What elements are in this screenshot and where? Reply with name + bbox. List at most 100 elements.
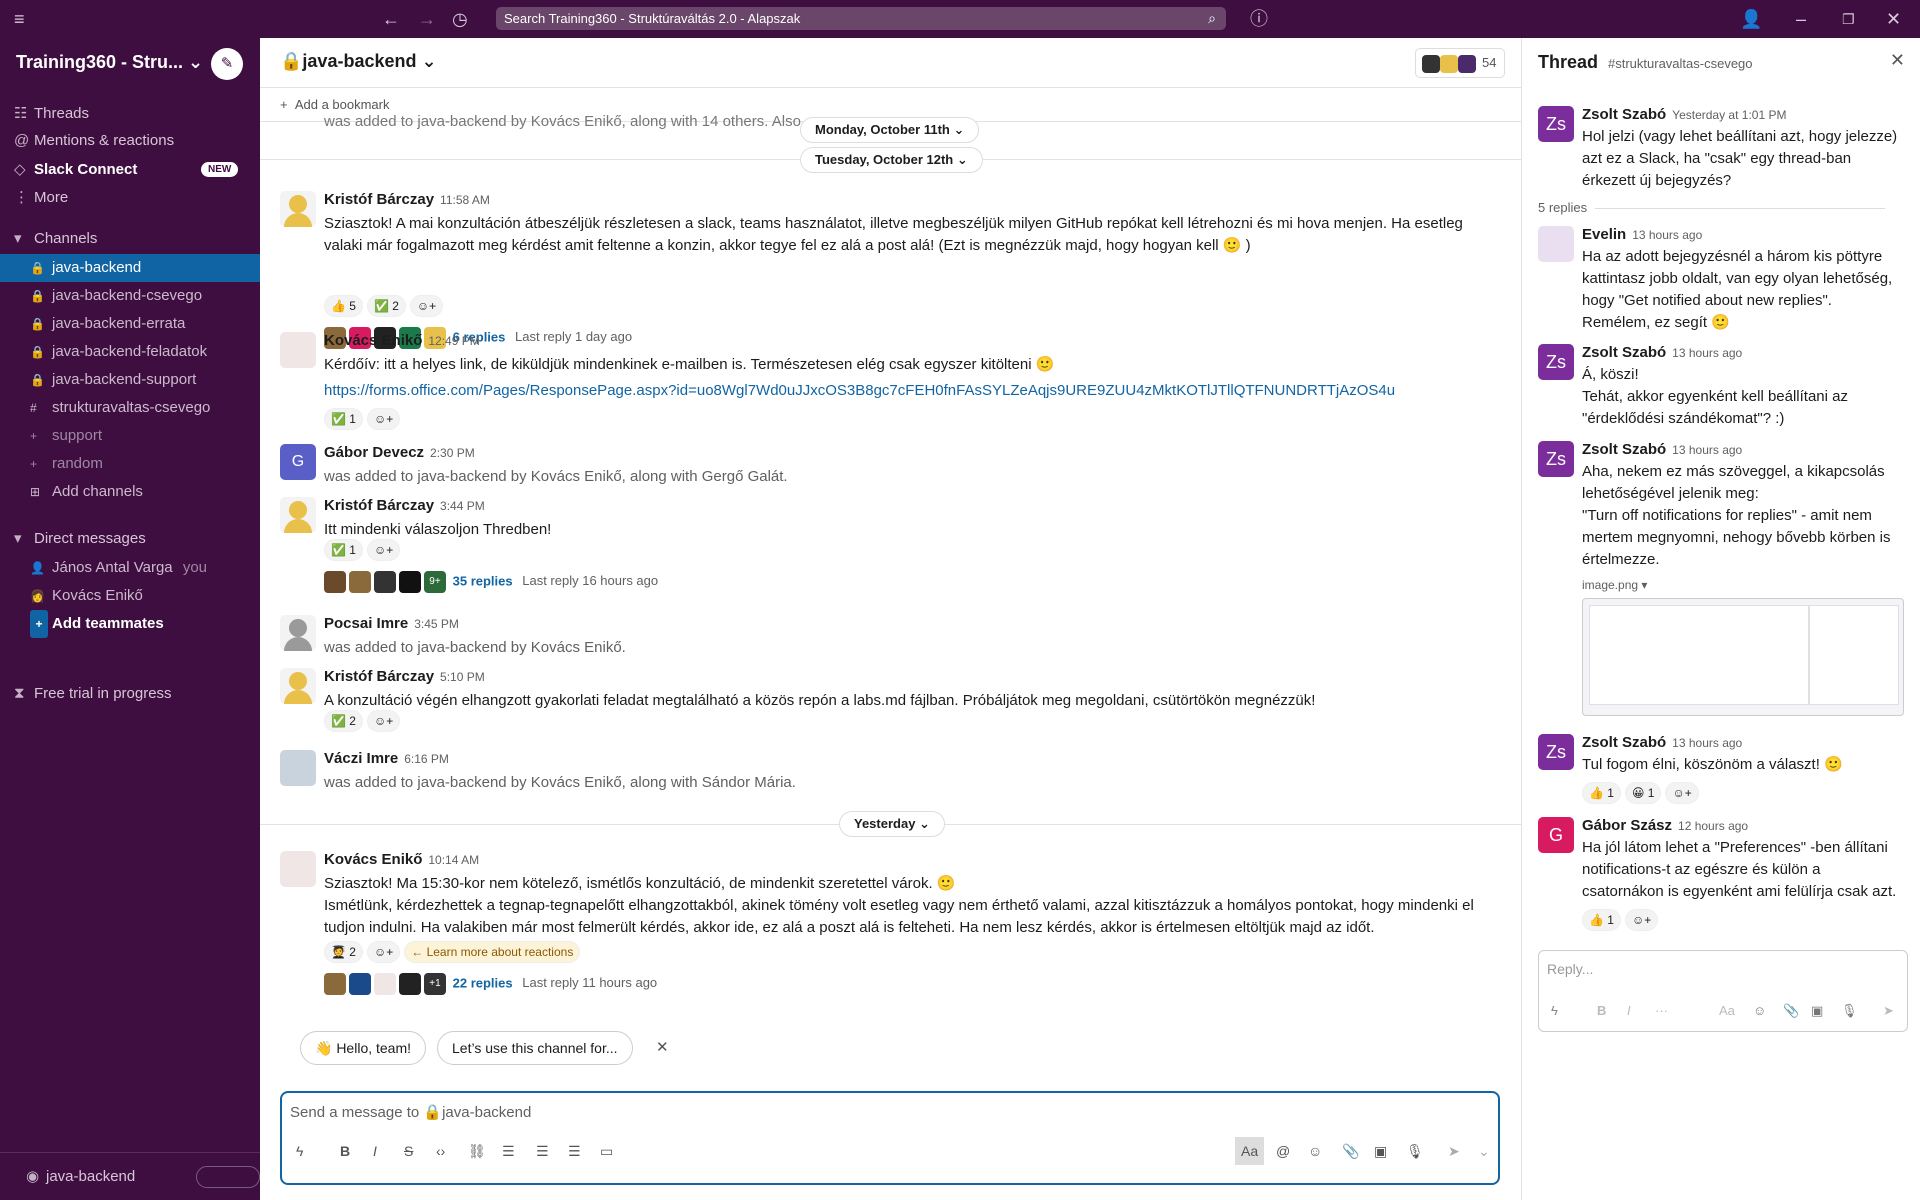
image-filename[interactable]: image.png ▾ — [1582, 578, 1647, 592]
sidebar-channel-java-backend-support[interactable]: 🔒 java-backend-support — [0, 366, 260, 394]
avatar[interactable]: Zs — [1538, 734, 1574, 770]
avatar[interactable] — [280, 497, 316, 533]
dm-item-janos[interactable]: 👤 János Antal Varga you — [0, 554, 260, 582]
avatar[interactable]: Zs — [1538, 441, 1574, 477]
message-composer[interactable]: Send a message to 🔒java-backend ϟ B I S … — [280, 1091, 1500, 1185]
form-link[interactable]: https://forms.office.com/Pages/ResponseP… — [324, 382, 1395, 399]
restore-icon[interactable]: ❐ — [1842, 0, 1855, 38]
reaction-pill[interactable]: 👍 1 — [1582, 782, 1621, 804]
more-format-icon[interactable]: ··· — [1655, 1003, 1668, 1018]
sidebar-item-slack-connect[interactable]: ◇ Slack Connect — [14, 160, 137, 178]
dm-item-kovacs[interactable]: 👩 Kovács Enikő — [0, 582, 260, 610]
strikethrough-icon[interactable]: S — [404, 1143, 413, 1159]
compose-button[interactable]: ✎ — [211, 48, 243, 80]
video-icon[interactable]: ▣ — [1374, 1143, 1387, 1160]
add-reaction-icon[interactable]: ☺+ — [1624, 909, 1659, 931]
sidebar-item-threads[interactable]: ☷ Threads — [14, 104, 89, 122]
mic-icon[interactable]: 🎙 — [1841, 1003, 1858, 1019]
bold-icon[interactable]: B — [340, 1143, 350, 1159]
code-block-icon[interactable]: ▭ — [600, 1143, 613, 1160]
emoji-icon[interactable]: ☺ — [1308, 1143, 1322, 1159]
reaction-pill[interactable]: ✅ 1 — [324, 408, 363, 430]
message-author[interactable]: Kovács Enikő 12:49 PM — [324, 332, 480, 349]
avatar[interactable]: G — [280, 444, 316, 480]
link-icon[interactable]: ⛓ — [468, 1143, 486, 1160]
message-author[interactable]: Kristóf Bárczay 11:58 AM — [324, 191, 490, 208]
workspace-name[interactable]: Training360 - Stru... ⌄ — [16, 52, 203, 73]
user-avatar-icon[interactable]: 👤 — [1740, 0, 1762, 38]
format-toggle-icon[interactable]: Aa — [1719, 1003, 1735, 1018]
sidebar-channel-random[interactable]: + random — [0, 450, 260, 478]
sidebar-channel-support[interactable]: + support — [0, 422, 260, 450]
add-teammates-button[interactable]: + Add teammates — [0, 610, 260, 638]
channel-title[interactable]: 🔒java-backend ⌄ — [280, 51, 437, 72]
avatar[interactable]: Zs — [1538, 106, 1574, 142]
thread-channel[interactable]: #strukturavaltas-csevego — [1608, 56, 1753, 71]
sidebar-channel-java-backend-csevego[interactable]: 🔒 java-backend-csevego — [0, 282, 260, 310]
close-suggestions-icon[interactable]: ✕ — [656, 1038, 669, 1056]
date-pill-tuesday[interactable]: Tuesday, October 12th ⌄ — [800, 147, 983, 173]
search-icon[interactable]: ⌕ — [1208, 7, 1216, 30]
message-author[interactable]: Kristóf Bárczay 5:10 PM — [324, 668, 485, 685]
message-author[interactable]: Pocsai Imre 3:45 PM — [324, 615, 459, 632]
message-author[interactable]: Váczi Imre 6:16 PM — [324, 750, 449, 767]
ordered-list-icon[interactable]: ☰ — [502, 1143, 515, 1160]
mention-icon[interactable]: @ — [1276, 1143, 1290, 1159]
avatar[interactable] — [280, 332, 316, 368]
learn-reactions-link[interactable]: ← Learn more about reactions — [404, 941, 581, 963]
attach-icon[interactable]: 📎 — [1783, 1003, 1799, 1019]
reaction-pill[interactable]: 😀 1 — [1624, 782, 1662, 804]
search-input[interactable]: Search Training360 - Struktúraváltás 2.0… — [496, 7, 1226, 30]
members-button[interactable]: 54 — [1415, 48, 1505, 78]
avatar[interactable] — [280, 851, 316, 887]
forward-arrow-icon[interactable]: → — [418, 0, 436, 38]
minimize-icon[interactable]: – — [1796, 0, 1806, 38]
shortcuts-icon[interactable]: ϟ — [1551, 1003, 1558, 1018]
date-pill-monday[interactable]: Monday, October 11th ⌄ — [800, 117, 980, 143]
channels-section-header[interactable]: ▾ Channels — [14, 229, 97, 247]
add-reaction-icon[interactable]: ☺+ — [366, 710, 401, 732]
suggestion-channel-use[interactable]: Let’s use this channel for... — [437, 1031, 633, 1065]
italic-icon[interactable]: I — [373, 1143, 377, 1159]
avatar[interactable] — [1538, 226, 1574, 262]
dm-section-header[interactable]: ▾ Direct messages — [14, 529, 146, 547]
send-icon[interactable]: ➤ — [1448, 1143, 1460, 1160]
send-options-icon[interactable]: ⌄ — [1478, 1143, 1490, 1160]
message-author[interactable]: Gábor Szász 12 hours ago — [1582, 817, 1748, 834]
reaction-pill[interactable]: ✅ 2 — [366, 295, 406, 317]
add-reaction-icon[interactable]: ☺+ — [409, 295, 444, 317]
add-reaction-icon[interactable]: ☺+ — [366, 941, 401, 963]
send-icon[interactable]: ➤ — [1883, 1003, 1894, 1019]
reaction-pill[interactable]: 👍 5 — [324, 295, 363, 317]
help-icon[interactable]: ⓘ — [1250, 0, 1268, 38]
thread-reply-composer[interactable]: Reply... ϟ B I ··· Aa ☺ 📎 ▣ 🎙 ➤ — [1538, 950, 1908, 1032]
code-icon[interactable]: ‹› — [436, 1143, 445, 1159]
sidebar-channel-java-backend-errata[interactable]: 🔒 java-backend-errata — [0, 310, 260, 338]
thread-summary[interactable]: +1 22 replies Last reply 11 hours ago — [324, 973, 657, 995]
mic-icon[interactable]: 🎙 — [1406, 1143, 1424, 1160]
back-arrow-icon[interactable]: ← — [382, 0, 400, 38]
attach-icon[interactable]: 📎 — [1342, 1143, 1359, 1160]
reaction-pill[interactable]: 🧑‍🎓 2 — [324, 941, 363, 963]
bold-icon[interactable]: B — [1597, 1003, 1606, 1018]
free-trial-link[interactable]: ⧗ Free trial in progress — [14, 685, 172, 702]
replies-link[interactable]: 22 replies — [453, 975, 513, 990]
add-channels-button[interactable]: ⊞ Add channels — [0, 478, 260, 506]
date-pill-yesterday[interactable]: Yesterday ⌄ — [839, 811, 945, 837]
reaction-pill[interactable]: ✅ 2 — [324, 710, 363, 732]
blockquote-icon[interactable]: ☰ — [568, 1143, 581, 1160]
avatar[interactable] — [280, 668, 316, 704]
huddle-toggle[interactable] — [196, 1166, 260, 1188]
thread-summary[interactable]: 9+ 35 replies Last reply 16 hours ago — [324, 571, 658, 593]
avatar[interactable] — [280, 615, 316, 651]
message-author[interactable]: Zsolt Szabó 13 hours ago — [1582, 734, 1742, 751]
bullet-list-icon[interactable]: ☰ — [536, 1143, 549, 1160]
add-reaction-icon[interactable]: ☺+ — [1665, 782, 1699, 804]
message-author[interactable]: Kovács Enikő 10:14 AM — [324, 851, 479, 868]
replies-link[interactable]: 35 replies — [453, 573, 513, 588]
menu-icon[interactable]: ≡ — [14, 0, 25, 38]
avatar[interactable]: G — [1538, 817, 1574, 853]
huddle-channel[interactable]: ◉ java-backend — [26, 1167, 135, 1185]
close-thread-icon[interactable]: ✕ — [1890, 50, 1905, 71]
avatar[interactable] — [280, 191, 316, 227]
